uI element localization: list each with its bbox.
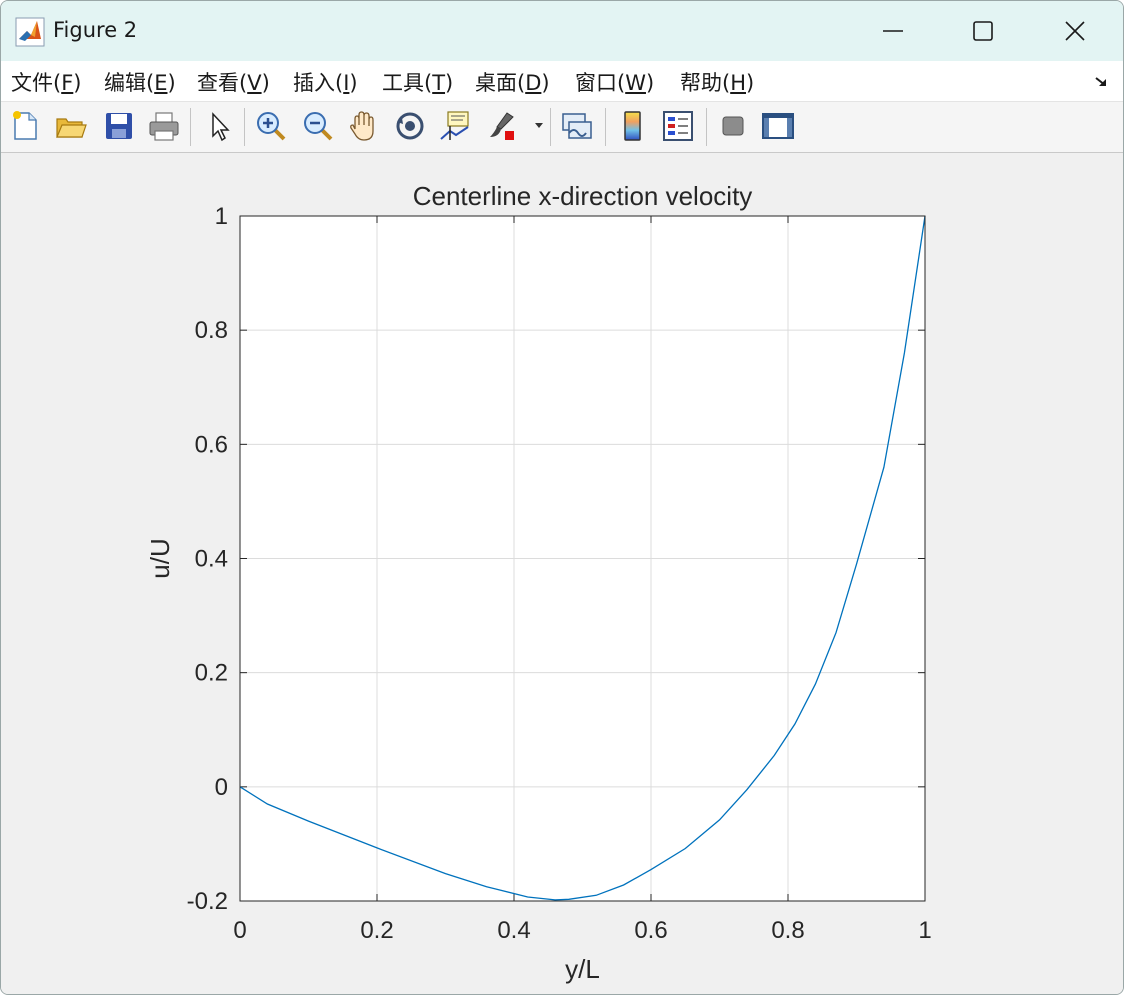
toolbar-separator <box>550 108 551 146</box>
y-tick-label: -0.2 <box>187 888 228 915</box>
toolbar-separator <box>605 108 606 146</box>
menu-desktop[interactable]: 桌面(D) <box>475 67 550 97</box>
y-tick-label: 1 <box>215 203 228 230</box>
title-bar: Figure 2 <box>1 1 1123 61</box>
insert-legend-icon[interactable] <box>661 109 695 143</box>
link-plot-icon[interactable] <box>560 109 594 143</box>
y-tick-label: 0 <box>215 774 228 801</box>
maximize-button[interactable] <box>937 1 1029 61</box>
matlab-logo-icon <box>15 17 45 47</box>
menu-edit[interactable]: 编辑(E) <box>104 67 176 97</box>
menu-tools[interactable]: 工具(T) <box>382 67 453 97</box>
menu-view[interactable]: 查看(V) <box>197 67 270 97</box>
toolbar-separator <box>190 108 191 146</box>
menu-help[interactable]: 帮助(H) <box>680 67 754 97</box>
select-arrow-icon[interactable] <box>204 109 238 143</box>
x-tick-label: 1 <box>918 917 931 944</box>
minimize-icon <box>883 30 903 32</box>
y-axis-label: u/U <box>145 538 175 578</box>
print-icon[interactable] <box>147 109 181 143</box>
menu-window[interactable]: 窗口(W) <box>575 67 654 97</box>
close-button[interactable] <box>1029 1 1121 61</box>
show-plot-tools-icon[interactable] <box>761 109 795 143</box>
toolbar-separator <box>706 108 707 146</box>
menu-file[interactable]: 文件(F) <box>11 67 82 97</box>
brush-icon[interactable] <box>485 109 519 143</box>
window-title: Figure 2 <box>53 18 138 42</box>
x-tick-label: 0.2 <box>360 917 393 944</box>
y-tick-label: 0.8 <box>195 317 228 344</box>
dock-figure-icon[interactable] <box>1093 73 1111 91</box>
close-icon <box>1065 21 1085 41</box>
hide-plot-tools-icon[interactable] <box>716 109 750 143</box>
x-tick-label: 0.6 <box>634 917 667 944</box>
insert-colorbar-icon[interactable] <box>616 109 650 143</box>
x-tick-label: 0.8 <box>771 917 804 944</box>
chart-title: Centerline x-direction velocity <box>413 181 753 211</box>
figure-toolbar <box>1 102 1123 153</box>
data-cursor-icon[interactable] <box>438 109 472 143</box>
figure-window: Figure 2 文件(F) 编辑(E) 查看(V) 插入(I) 工具(T) 桌… <box>0 0 1124 995</box>
menu-bar: 文件(F) 编辑(E) 查看(V) 插入(I) 工具(T) 桌面(D) 窗口(W… <box>1 61 1123 102</box>
rotate-3d-icon[interactable] <box>393 109 427 143</box>
y-tick-label: 0.2 <box>195 660 228 687</box>
y-tick-label: 0.4 <box>195 546 228 573</box>
zoom-out-icon[interactable] <box>301 109 335 143</box>
zoom-in-icon[interactable] <box>254 109 288 143</box>
minimize-button[interactable] <box>847 1 939 61</box>
toolbar-separator <box>244 108 245 146</box>
new-figure-icon[interactable] <box>9 109 43 143</box>
open-file-icon[interactable] <box>54 109 88 143</box>
x-axis-label: y/L <box>565 954 600 984</box>
maximize-icon <box>973 21 993 41</box>
y-tick-label: 0.6 <box>195 431 228 458</box>
velocity-plot[interactable]: 0 0.2 0.4 0.6 0.8 1-0.200.20.40.60.81 Centerl… <box>1 153 1123 994</box>
menu-insert[interactable]: 插入(I) <box>293 67 358 97</box>
save-icon[interactable] <box>102 109 136 143</box>
figure-canvas: 0 0.2 0.4 0.6 0.8 1 -0.2 0 0.2 0.4 0.6 0.8 1 Centerl… <box>1 153 1123 994</box>
brush-dropdown-icon[interactable] <box>534 122 544 130</box>
x-tick-label: 0.4 <box>497 917 530 944</box>
pan-hand-icon[interactable] <box>347 109 381 143</box>
x-tick-label: 0 <box>233 917 246 944</box>
